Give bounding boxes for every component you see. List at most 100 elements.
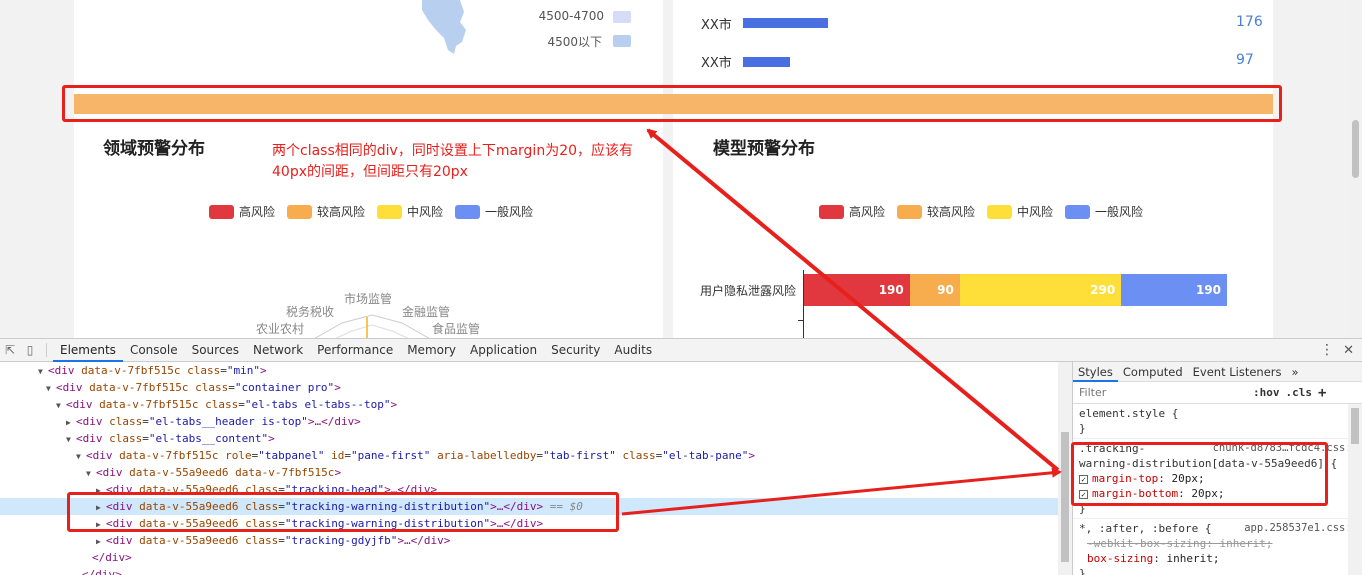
left-section-title: 领域预警分布 xyxy=(103,139,205,159)
attr-name: class xyxy=(205,398,239,411)
styles-filter-input[interactable] xyxy=(1079,386,1247,399)
tab-styles[interactable]: Styles xyxy=(1073,362,1118,382)
property-value[interactable]: inherit; xyxy=(1166,552,1219,565)
legend-swatch xyxy=(819,204,844,219)
device-toggle-icon[interactable]: ▯ xyxy=(20,339,40,362)
tab-network[interactable]: Network xyxy=(246,339,310,362)
city-bar-1 xyxy=(743,18,828,28)
styles-scrollbar-thumb[interactable] xyxy=(1351,408,1359,444)
expand-toggle-icon[interactable]: ▼ xyxy=(76,448,86,465)
expand-toggle-icon[interactable]: ▶ xyxy=(96,533,106,550)
bar-segment[interactable]: 290 xyxy=(959,274,1122,306)
expand-toggle-icon[interactable]: ▼ xyxy=(66,431,76,448)
tab-computed[interactable]: Computed xyxy=(1118,362,1188,382)
attr-name: class xyxy=(195,381,229,394)
legend-item[interactable]: 一般风险 xyxy=(1065,203,1143,220)
element-style-selector[interactable]: element.style { xyxy=(1079,406,1356,421)
attr-name: data-v-55a9eed6 xyxy=(139,534,239,547)
hov-button[interactable]: :hov xyxy=(1253,386,1280,399)
tag-open: <div xyxy=(86,449,113,462)
close-icon[interactable]: ✕ xyxy=(1343,339,1354,362)
tab-sources[interactable]: Sources xyxy=(185,339,246,362)
legend-item[interactable]: 高风险 xyxy=(209,203,275,220)
attr-value: "el-tabs__content" xyxy=(148,432,269,445)
right-legend: 高风险 较高风险 中风险 一般风险 xyxy=(819,203,1155,220)
property-name[interactable]: box-sizing xyxy=(1087,552,1153,565)
style-rule-universal: app.258537e1.css:1 *, :after, :before { … xyxy=(1073,519,1362,575)
tab-console[interactable]: Console xyxy=(123,339,185,362)
attr-name: data-v-55a9eed6 data-v-7fbf515c xyxy=(129,466,335,479)
tag-open: </div> xyxy=(92,551,132,564)
bar-segment[interactable]: 190 xyxy=(1121,274,1227,306)
legend-item[interactable]: 中风险 xyxy=(377,203,443,220)
legend-swatch xyxy=(987,204,1013,219)
expand-toggle-icon[interactable]: ▼ xyxy=(38,363,48,380)
tab-application[interactable]: Application xyxy=(463,339,544,362)
property-value[interactable]: inherit; xyxy=(1219,537,1272,550)
range-swatch-1 xyxy=(613,11,631,23)
cls-button[interactable]: .cls xyxy=(1286,386,1313,399)
tab-performance[interactable]: Performance xyxy=(310,339,400,362)
tag-open: <div xyxy=(48,364,75,377)
devtools-panel: ⇱ ▯ Elements Console Sources Network Perform… xyxy=(0,338,1362,575)
attr-name: data-v-7fbf515c xyxy=(89,381,189,394)
tab-memory[interactable]: Memory xyxy=(400,339,463,362)
more-tabs-icon[interactable]: » xyxy=(1287,362,1304,382)
tab-audits[interactable]: Audits xyxy=(607,339,659,362)
rule-close-brace: } xyxy=(1079,422,1086,435)
style-property-box-sizing[interactable]: box-sizing: inherit; xyxy=(1079,551,1356,566)
legend-swatch xyxy=(897,204,923,219)
map-region-shape xyxy=(422,0,466,54)
elements-scrollbar[interactable] xyxy=(1058,362,1072,575)
new-rule-button[interactable]: + xyxy=(1318,385,1326,401)
legend-item[interactable]: 较高风险 xyxy=(897,203,975,220)
elements-scrollbar-thumb[interactable] xyxy=(1061,432,1069,562)
radar-label-market: 市场监管 xyxy=(344,292,393,306)
rule-source-link[interactable]: app.258537e1.css:1 xyxy=(1244,521,1358,536)
expand-toggle-icon[interactable]: ▼ xyxy=(46,380,56,397)
expand-toggle-icon[interactable]: ▼ xyxy=(56,397,66,414)
legend-item[interactable]: 高风险 xyxy=(819,203,885,220)
tag-open: </div> xyxy=(82,568,122,575)
web-page-viewport: 4500-4700 4500以下 领域预警分布 高风险 较高风险 中风险 一般风险 税… xyxy=(0,0,1362,338)
styles-scrollbar[interactable] xyxy=(1348,404,1362,575)
legend-item[interactable]: 一般风险 xyxy=(455,203,533,220)
tab-elements[interactable]: Elements xyxy=(53,339,123,362)
legend-label: 高风险 xyxy=(239,205,276,219)
tab-security[interactable]: Security xyxy=(544,339,607,362)
attr-value: "el-tab-pane" xyxy=(662,449,749,462)
range-swatch-2 xyxy=(613,35,631,47)
tag-close: > xyxy=(390,398,398,411)
attr-value: "container pro" xyxy=(234,381,335,394)
city-label-1: XX市 xyxy=(701,18,732,33)
bar-segment[interactable]: 190 xyxy=(804,274,910,306)
property-name[interactable]: -webkit-box-sizing xyxy=(1087,537,1206,550)
inspect-icon[interactable]: ⇱ xyxy=(0,339,20,362)
page-scrollbar-thumb[interactable] xyxy=(1352,120,1359,178)
legend-swatch xyxy=(209,204,234,219)
style-property-webkit-box-sizing[interactable]: -webkit-box-sizing: inherit; xyxy=(1079,536,1356,551)
attr-name: aria-labelledby xyxy=(437,449,537,462)
legend-label: 中风险 xyxy=(407,205,444,219)
bar-row-label: 用户隐私泄露风险 xyxy=(700,284,797,298)
radar-label-agri: 农业农村 xyxy=(256,322,305,336)
expand-toggle-icon[interactable]: ▼ xyxy=(86,465,96,482)
page-scrollbar[interactable] xyxy=(1349,0,1362,338)
elements-tree: ▼ <div data-v-7fbf515c class="min"> ▼ <div … xyxy=(0,362,1058,575)
tag-open: <div xyxy=(106,534,133,547)
kebab-menu-icon[interactable]: ⋮ xyxy=(1320,339,1334,362)
devtools-tabs: Elements Console Sources Network Performance… xyxy=(53,339,659,362)
highlight-box-dom-nodes xyxy=(67,492,619,532)
tag-open: <div xyxy=(96,466,123,479)
legend-item[interactable]: 较高风险 xyxy=(287,203,365,220)
legend-item[interactable]: 中风险 xyxy=(987,203,1053,220)
legend-swatch xyxy=(455,204,481,219)
tag-close: > xyxy=(259,364,267,377)
legend-swatch xyxy=(1065,204,1091,219)
tab-event-listeners[interactable]: Event Listeners xyxy=(1188,362,1287,382)
expand-toggle-icon[interactable]: ▶ xyxy=(66,414,76,431)
attr-name: data-v-7fbf515c xyxy=(119,449,219,462)
radar-label-finance: 金融监管 xyxy=(402,305,451,319)
attr-value: "el-tabs__header is-top" xyxy=(148,415,308,428)
bar-segment[interactable]: 90 xyxy=(909,274,960,306)
